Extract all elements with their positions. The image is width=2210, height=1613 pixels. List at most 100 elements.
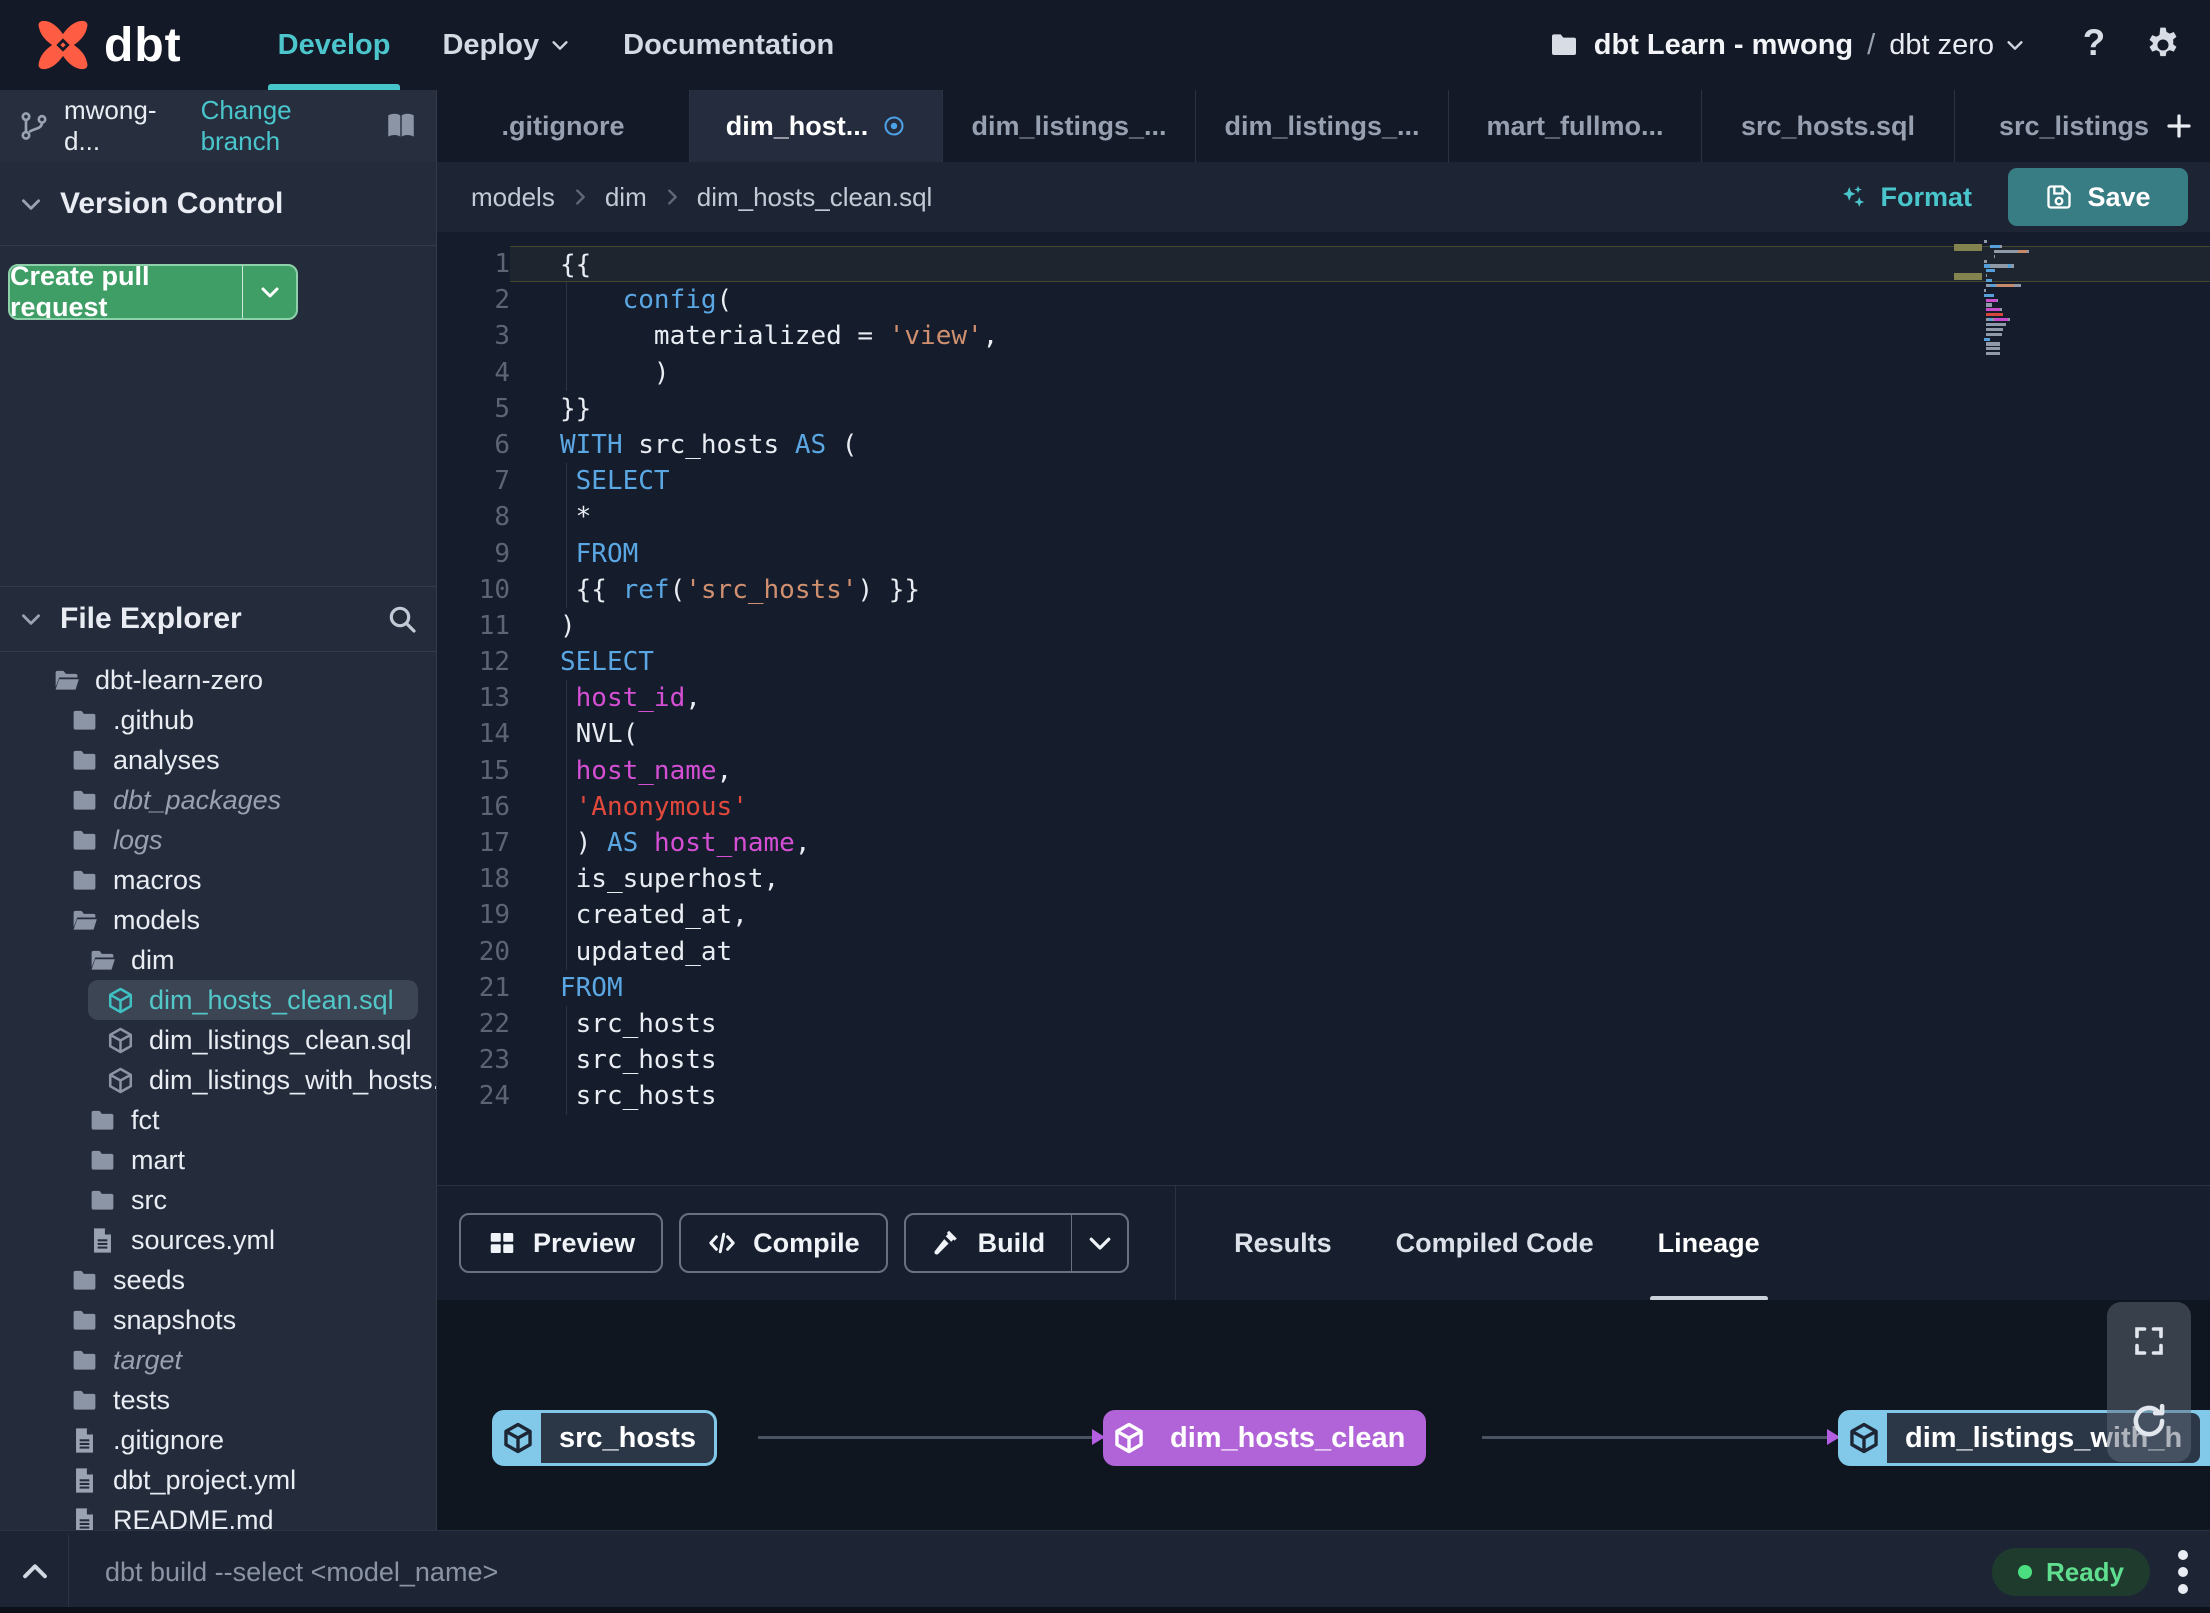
tree-item-snapshots[interactable]: snapshots bbox=[0, 1300, 436, 1340]
settings-gear-icon[interactable] bbox=[2144, 26, 2182, 64]
tree-item-sources-yml[interactable]: sources.yml bbox=[0, 1220, 436, 1260]
docs-book-icon[interactable] bbox=[384, 109, 418, 143]
breadcrumb-item[interactable]: dim_hosts_clean.sql bbox=[697, 182, 933, 213]
format-button[interactable]: Format bbox=[1838, 182, 1972, 213]
tab-results[interactable]: Results bbox=[1234, 1186, 1332, 1301]
tab-lineage[interactable]: Lineage bbox=[1649, 1186, 1768, 1301]
create-pull-request-button[interactable]: Create pull request bbox=[8, 264, 298, 320]
code-line[interactable]: 1{{ bbox=[437, 246, 2210, 283]
change-branch-link[interactable]: Change branch bbox=[201, 95, 370, 157]
tree-item-models[interactable]: models bbox=[0, 900, 436, 940]
tree-item-target[interactable]: target bbox=[0, 1340, 436, 1380]
code-line[interactable]: 19 created_at, bbox=[437, 897, 2210, 934]
code-line[interactable]: 24 src_hosts bbox=[437, 1078, 2210, 1115]
hammer-icon bbox=[932, 1228, 962, 1258]
preview-button[interactable]: Preview bbox=[459, 1213, 664, 1273]
code-line[interactable]: 10 {{ ref('src_hosts') }} bbox=[437, 571, 2210, 609]
breadcrumb-item[interactable]: models bbox=[471, 182, 555, 213]
nav-item-deploy[interactable]: Deploy bbox=[442, 0, 571, 90]
code-line[interactable]: 16 'Anonymous' bbox=[437, 788, 2210, 826]
fullscreen-icon[interactable] bbox=[2131, 1323, 2167, 1359]
code-line[interactable]: 20 updated_at bbox=[437, 933, 2210, 970]
tree-item-dbt-learn-zero[interactable]: dbt-learn-zero bbox=[0, 660, 436, 700]
folder-icon bbox=[70, 866, 99, 895]
tree-item-tests[interactable]: tests bbox=[0, 1380, 436, 1420]
code-line[interactable]: 15 host_name, bbox=[437, 752, 2210, 790]
tree-item-seeds[interactable]: seeds bbox=[0, 1260, 436, 1300]
new-tab-button[interactable] bbox=[2148, 90, 2210, 162]
file-explorer-header[interactable]: File Explorer bbox=[0, 586, 436, 652]
tree-item-label: tests bbox=[113, 1384, 171, 1415]
folder-open-icon bbox=[52, 666, 81, 695]
code-line[interactable]: 9 FROM bbox=[437, 535, 2210, 572]
pr-options-caret[interactable] bbox=[242, 266, 296, 318]
refresh-icon[interactable] bbox=[2128, 1400, 2170, 1442]
chevron-up-icon[interactable] bbox=[18, 1555, 52, 1589]
code-line[interactable]: 3 materialized = 'view', bbox=[437, 318, 2210, 355]
minimap[interactable] bbox=[1984, 240, 2042, 357]
lineage-canvas[interactable]: src_hosts dim_hosts_clean dim_listings_wit… bbox=[437, 1300, 2210, 1530]
editor-tab-dim-listings[interactable]: dim_listings_... bbox=[1196, 90, 1449, 162]
tree-item-readme-md[interactable]: README.md bbox=[0, 1500, 436, 1530]
code-line[interactable]: 21 FROM bbox=[437, 970, 2210, 1006]
code-line[interactable]: 18 is_superhost, bbox=[437, 861, 2210, 898]
code-line[interactable]: 11) bbox=[437, 608, 2210, 644]
tree-item-analyses[interactable]: analyses bbox=[0, 740, 436, 780]
tree-item-dim-hosts-clean-sql[interactable]: dim_hosts_clean.sql bbox=[88, 980, 418, 1020]
tree-item-dim-listings-with-hosts[interactable]: dim_listings_with_hosts... bbox=[0, 1060, 436, 1100]
environment-selector[interactable]: dbt zero bbox=[1889, 29, 2026, 62]
dbt-logo[interactable]: dbt bbox=[34, 16, 182, 74]
editor-tab-src-hosts-sql[interactable]: src_hosts.sql bbox=[1702, 90, 1955, 162]
tree-item-dbt-packages[interactable]: dbt_packages bbox=[0, 780, 436, 820]
nav-item-documentation[interactable]: Documentation bbox=[623, 0, 834, 90]
code-line[interactable]: 13 host_id, bbox=[437, 680, 2210, 717]
tree-item-mart[interactable]: mart bbox=[0, 1140, 436, 1180]
save-button[interactable]: Save bbox=[2008, 168, 2188, 226]
editor-tab-dim-listings[interactable]: dim_listings_... bbox=[943, 90, 1196, 162]
tree-item-github[interactable]: .github bbox=[0, 700, 436, 740]
model-icon bbox=[106, 1026, 135, 1055]
code-line[interactable]: 22 src_hosts bbox=[437, 1005, 2210, 1043]
nav-item-develop[interactable]: Develop bbox=[267, 0, 401, 90]
project-folder-icon bbox=[1548, 29, 1580, 61]
lineage-node-src-hosts[interactable]: src_hosts bbox=[492, 1410, 718, 1466]
tree-item-macros[interactable]: macros bbox=[0, 860, 436, 900]
tree-item-logs[interactable]: logs bbox=[0, 820, 436, 860]
code-editor[interactable]: 1{{2 config(3 materialized = 'view', 4 ) 5… bbox=[437, 232, 2210, 1185]
command-input[interactable]: dbt build --select <model_name> bbox=[105, 1557, 498, 1588]
tree-item-fct[interactable]: fct bbox=[0, 1100, 436, 1140]
tree-item-src[interactable]: src bbox=[0, 1180, 436, 1220]
tab-compiled-code[interactable]: Compiled Code bbox=[1396, 1186, 1594, 1301]
code-line[interactable]: 4 ) bbox=[437, 354, 2210, 391]
build-options-caret[interactable] bbox=[1071, 1215, 1127, 1271]
editor-tab-dim-host[interactable]: dim_host... bbox=[690, 90, 943, 162]
tree-item-dim[interactable]: dim bbox=[0, 940, 436, 980]
tree-item-dbt-project-yml[interactable]: dbt_project.yml bbox=[0, 1460, 436, 1500]
tree-item-dim-listings-clean-sql[interactable]: dim_listings_clean.sql bbox=[0, 1020, 436, 1060]
code-line[interactable]: 23 src_hosts bbox=[437, 1042, 2210, 1079]
breadcrumb-item[interactable]: dim bbox=[605, 182, 647, 213]
status-label: Ready bbox=[2045, 1556, 2124, 1587]
code-line[interactable]: 2 config( bbox=[437, 282, 2210, 319]
code-line[interactable]: 17 ) AS host_name, bbox=[437, 825, 2210, 862]
help-icon[interactable]: ? bbox=[2074, 25, 2114, 65]
version-control-header[interactable]: Version Control bbox=[0, 162, 436, 246]
code-line[interactable]: 5}} bbox=[437, 391, 2210, 427]
search-icon[interactable] bbox=[386, 603, 418, 635]
editor-tab-label: dim_listings_... bbox=[1224, 110, 1420, 141]
plus-icon bbox=[2164, 111, 2194, 141]
code-line[interactable]: 7 SELECT bbox=[437, 463, 2210, 500]
code-line[interactable]: 14 NVL( bbox=[437, 716, 2210, 753]
editor-tab-src-listings[interactable]: src_listings. bbox=[1955, 90, 2148, 162]
chevron-down-icon bbox=[258, 280, 282, 304]
kebab-menu-icon[interactable] bbox=[2178, 1550, 2188, 1594]
lineage-node-dim-hosts-clean[interactable]: dim_hosts_clean bbox=[1103, 1410, 1427, 1466]
code-line[interactable]: 12 SELECT bbox=[437, 644, 2210, 680]
editor-tab-mart-fullmo[interactable]: mart_fullmo... bbox=[1449, 90, 1702, 162]
tree-item-gitignore[interactable]: .gitignore bbox=[0, 1420, 436, 1460]
code-line[interactable]: 6 WITH src_hosts AS ( bbox=[437, 427, 2210, 463]
compile-button[interactable]: Compile bbox=[679, 1213, 888, 1273]
editor-tab-gitignore[interactable]: .gitignore bbox=[437, 90, 690, 162]
build-button[interactable]: Build bbox=[903, 1213, 1130, 1273]
code-line[interactable]: 8 * bbox=[437, 499, 2210, 536]
